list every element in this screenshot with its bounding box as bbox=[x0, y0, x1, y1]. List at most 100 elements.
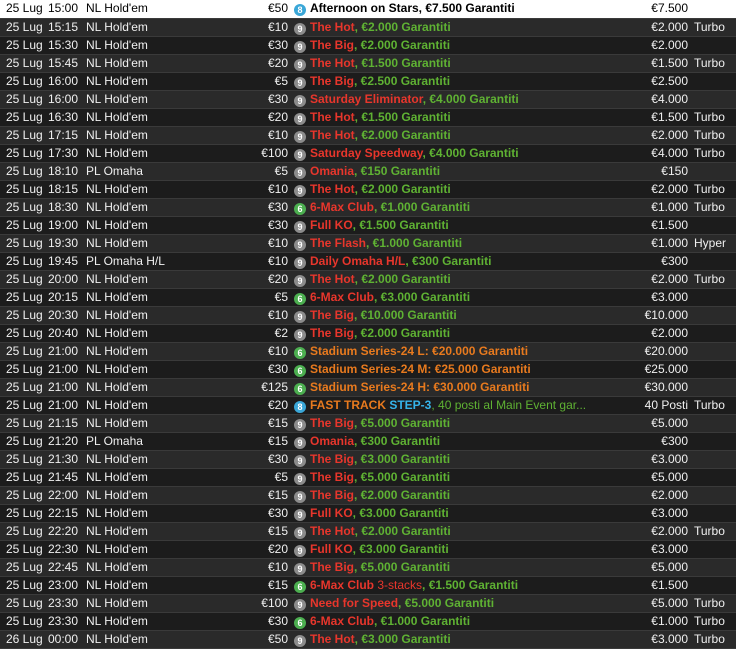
tournament-name-link[interactable]: Afternoon on Stars bbox=[310, 1, 419, 15]
tournament-row[interactable]: 25 Lug 21:00 NL Hold'em €30 6 Stadium Series-… bbox=[0, 360, 736, 379]
tournament-name-link[interactable]: Saturday Eliminator bbox=[310, 92, 423, 106]
tournament-name-link[interactable]: 6-Max Club bbox=[310, 578, 374, 592]
tournament-name-link[interactable]: Full KO bbox=[310, 218, 353, 232]
row-tournament-name[interactable]: 9 The Big, €2.000 Garantiti bbox=[294, 324, 618, 343]
tournament-row[interactable]: 25 Lug 16:30 NL Hold'em €20 9 The Hot, €1.500… bbox=[0, 108, 736, 127]
tournament-name-link[interactable]: The Hot bbox=[310, 182, 355, 196]
tournament-name-link[interactable]: 6-Max Club bbox=[310, 614, 374, 628]
tournament-row[interactable]: 25 Lug 20:40 NL Hold'em €2 9 The Big, €2.000 … bbox=[0, 324, 736, 343]
row-tournament-name[interactable]: 6 6-Max Club, €1.000 Garantiti bbox=[294, 198, 618, 217]
row-tournament-name[interactable]: 8 Afternoon on Stars, €7.500 Garantiti bbox=[294, 0, 618, 19]
row-tournament-name[interactable]: 9 The Big, €5.000 Garantiti bbox=[294, 414, 618, 433]
row-tournament-name[interactable]: 6 Stadium Series-24 M: €25.000 Garantiti bbox=[294, 360, 618, 379]
tournament-row[interactable]: 25 Lug 18:10 PL Omaha €5 9 Omania, €150 Garan… bbox=[0, 162, 736, 181]
row-tournament-name[interactable]: 6 6-Max Club 3-stacks, €1.500 Garantiti bbox=[294, 576, 618, 595]
tournament-row[interactable]: 25 Lug 18:15 NL Hold'em €10 9 The Hot, €2.000… bbox=[0, 180, 736, 199]
tournament-name-link[interactable]: FAST TRACK bbox=[310, 398, 386, 412]
tournament-name-link[interactable]: Stadium Series-24 L bbox=[310, 344, 425, 358]
row-tournament-name[interactable]: 9 The Hot, €1.500 Garantiti bbox=[294, 108, 618, 127]
tournament-name-link[interactable]: The Hot bbox=[310, 632, 355, 646]
tournament-name-link[interactable]: Full KO bbox=[310, 506, 353, 520]
row-tournament-name[interactable]: 6 Stadium Series-24 L: €20.000 Garantiti bbox=[294, 342, 618, 361]
tournament-name-link[interactable]: The Big bbox=[310, 38, 354, 52]
row-tournament-name[interactable]: 9 The Big, €2.500 Garantiti bbox=[294, 72, 618, 91]
tournament-name-link[interactable]: The Hot bbox=[310, 272, 355, 286]
row-tournament-name[interactable]: 9 The Hot, €2.000 Garantiti bbox=[294, 180, 618, 199]
tournament-name-link[interactable]: The Big bbox=[310, 560, 354, 574]
row-tournament-name[interactable]: 9 The Big, €5.000 Garantiti bbox=[294, 558, 618, 577]
row-tournament-name[interactable]: 9 Saturday Eliminator, €4.000 Garantiti bbox=[294, 90, 618, 109]
row-tournament-name[interactable]: 9 The Hot, €1.500 Garantiti bbox=[294, 54, 618, 73]
tournament-row[interactable]: 25 Lug 21:00 NL Hold'em €10 6 Stadium Series-… bbox=[0, 342, 736, 361]
tournament-name-link[interactable]: 6-Max Club bbox=[310, 290, 374, 304]
tournament-row[interactable]: 25 Lug 19:45 PL Omaha H/L €10 9 Daily Omaha H… bbox=[0, 252, 736, 271]
tournament-row[interactable]: 25 Lug 22:45 NL Hold'em €10 9 The Big, €5.000… bbox=[0, 558, 736, 577]
tournament-name-link[interactable]: The Flash bbox=[310, 236, 366, 250]
row-tournament-name[interactable]: 9 Omania, €300 Garantiti bbox=[294, 432, 618, 451]
tournament-row[interactable]: 25 Lug 19:00 NL Hold'em €30 9 Full KO, €1.500… bbox=[0, 216, 736, 235]
row-tournament-name[interactable]: 6 6-Max Club, €3.000 Garantiti bbox=[294, 288, 618, 307]
tournament-row[interactable]: 25 Lug 15:15 NL Hold'em €10 9 The Hot, €2.000… bbox=[0, 18, 736, 37]
row-tournament-name[interactable]: 9 Full KO, €3.000 Garantiti bbox=[294, 540, 618, 559]
row-tournament-name[interactable]: 9 The Hot, €3.000 Garantiti bbox=[294, 630, 618, 649]
tournament-name-link[interactable]: Full KO bbox=[310, 542, 353, 556]
row-tournament-name[interactable]: 9 Saturday Speedway, €4.000 Garantiti bbox=[294, 144, 618, 163]
tournament-name-link[interactable]: The Big bbox=[310, 308, 354, 322]
tournament-name-link[interactable]: The Big bbox=[310, 488, 354, 502]
tournament-name-link[interactable]: The Hot bbox=[310, 524, 355, 538]
tournament-row[interactable]: 25 Lug 21:45 NL Hold'em €5 9 The Big, €5.000 … bbox=[0, 468, 736, 487]
tournament-row[interactable]: 25 Lug 22:20 NL Hold'em €15 9 The Hot, €2.000… bbox=[0, 522, 736, 541]
tournament-row[interactable]: 25 Lug 17:15 NL Hold'em €10 9 The Hot, €2.000… bbox=[0, 126, 736, 145]
row-tournament-name[interactable]: 6 Stadium Series-24 H: €30.000 Garantiti bbox=[294, 378, 618, 397]
tournament-row[interactable]: 25 Lug 23:30 NL Hold'em €100 9 Need for Speed… bbox=[0, 594, 736, 613]
tournament-row[interactable]: 25 Lug 15:30 NL Hold'em €30 9 The Big, €2.000… bbox=[0, 36, 736, 55]
row-tournament-name[interactable]: 9 The Big, €2.000 Garantiti bbox=[294, 486, 618, 505]
row-tournament-name[interactable]: 9 Daily Omaha H/L, €300 Garantiti bbox=[294, 252, 618, 271]
tournament-name-link[interactable]: The Hot bbox=[310, 110, 355, 124]
tournament-row[interactable]: 25 Lug 22:00 NL Hold'em €15 9 The Big, €2.000… bbox=[0, 486, 736, 505]
row-tournament-name[interactable]: 9 The Big, €10.000 Garantiti bbox=[294, 306, 618, 325]
tournament-name-link[interactable]: The Big bbox=[310, 470, 354, 484]
row-tournament-name[interactable]: 8 FAST TRACK STEP-3, 40 posti al Main Eve… bbox=[294, 396, 618, 415]
tournament-name-link[interactable]: Need for Speed bbox=[310, 596, 398, 610]
tournament-row[interactable]: 25 Lug 20:00 NL Hold'em €20 9 The Hot, €2.000… bbox=[0, 270, 736, 289]
tournament-row[interactable]: 25 Lug 21:15 NL Hold'em €15 9 The Big, €5.000… bbox=[0, 414, 736, 433]
tournament-row[interactable]: 25 Lug 21:00 NL Hold'em €20 8 FAST TRACK STEP… bbox=[0, 396, 736, 415]
tournament-name-link[interactable]: Saturday Speedway bbox=[310, 146, 423, 160]
tournament-name-link[interactable]: The Big bbox=[310, 74, 354, 88]
tournament-row[interactable]: 26 Lug 00:00 NL Hold'em €50 9 The Hot, €3.000… bbox=[0, 630, 736, 649]
row-tournament-name[interactable]: 9 The Flash, €1.000 Garantiti bbox=[294, 234, 618, 253]
tournament-row[interactable]: 25 Lug 20:15 NL Hold'em €5 6 6-Max Club, €3.0… bbox=[0, 288, 736, 307]
tournament-name-link[interactable]: The Big bbox=[310, 416, 354, 430]
tournament-name-link[interactable]: 6-Max Club bbox=[310, 200, 374, 214]
row-tournament-name[interactable]: 9 Full KO, €1.500 Garantiti bbox=[294, 216, 618, 235]
row-tournament-name[interactable]: 6 6-Max Club, €1.000 Garantiti bbox=[294, 612, 618, 631]
tournament-name-link[interactable]: Stadium Series-24 H bbox=[310, 380, 426, 394]
tournament-row[interactable]: 25 Lug 21:30 NL Hold'em €30 9 The Big, €3.000… bbox=[0, 450, 736, 469]
row-tournament-name[interactable]: 9 The Big, €3.000 Garantiti bbox=[294, 450, 618, 469]
tournament-name-link[interactable]: The Big bbox=[310, 452, 354, 466]
row-tournament-name[interactable]: 9 Need for Speed, €5.000 Garantiti bbox=[294, 594, 618, 613]
tournament-row[interactable]: 25 Lug 20:30 NL Hold'em €10 9 The Big, €10.00… bbox=[0, 306, 736, 325]
row-tournament-name[interactable]: 9 Full KO, €3.000 Garantiti bbox=[294, 504, 618, 523]
tournament-row[interactable]: 25 Lug 15:45 NL Hold'em €20 9 The Hot, €1.500… bbox=[0, 54, 736, 73]
tournament-row[interactable]: 25 Lug 16:00 NL Hold'em €30 9 Saturday Elimin… bbox=[0, 90, 736, 109]
tournament-name-link[interactable]: Stadium Series-24 M bbox=[310, 362, 427, 376]
tournament-row[interactable]: 25 Lug 23:00 NL Hold'em €15 6 6-Max Club 3-st… bbox=[0, 576, 736, 595]
tournament-row[interactable]: 25 Lug 19:30 NL Hold'em €10 9 The Flash, €1.0… bbox=[0, 234, 736, 253]
row-tournament-name[interactable]: 9 The Hot, €2.000 Garantiti bbox=[294, 126, 618, 145]
tournament-row[interactable]: 25 Lug 22:30 NL Hold'em €20 9 Full KO, €3.000… bbox=[0, 540, 736, 559]
row-tournament-name[interactable]: 9 The Hot, €2.000 Garantiti bbox=[294, 270, 618, 289]
tournament-row[interactable]: 25 Lug 22:15 NL Hold'em €30 9 Full KO, €3.000… bbox=[0, 504, 736, 523]
tournament-name-link[interactable]: The Hot bbox=[310, 56, 355, 70]
row-tournament-name[interactable]: 9 The Hot, €2.000 Garantiti bbox=[294, 18, 618, 37]
tournament-name-link[interactable]: Daily Omaha H/L bbox=[310, 254, 405, 268]
tournament-row[interactable]: 25 Lug 21:20 PL Omaha €15 9 Omania, €300 Gara… bbox=[0, 432, 736, 451]
tournament-name-link[interactable]: The Hot bbox=[310, 20, 355, 34]
tournament-name-link[interactable]: Omania bbox=[310, 434, 354, 448]
tournament-name-link[interactable]: The Big bbox=[310, 326, 354, 340]
tournament-row[interactable]: 25 Lug 23:30 NL Hold'em €30 6 6-Max Club, €1.… bbox=[0, 612, 736, 631]
tournament-name-link[interactable]: The Hot bbox=[310, 128, 355, 142]
row-tournament-name[interactable]: 9 The Big, €5.000 Garantiti bbox=[294, 468, 618, 487]
row-tournament-name[interactable]: 9 The Hot, €2.000 Garantiti bbox=[294, 522, 618, 541]
